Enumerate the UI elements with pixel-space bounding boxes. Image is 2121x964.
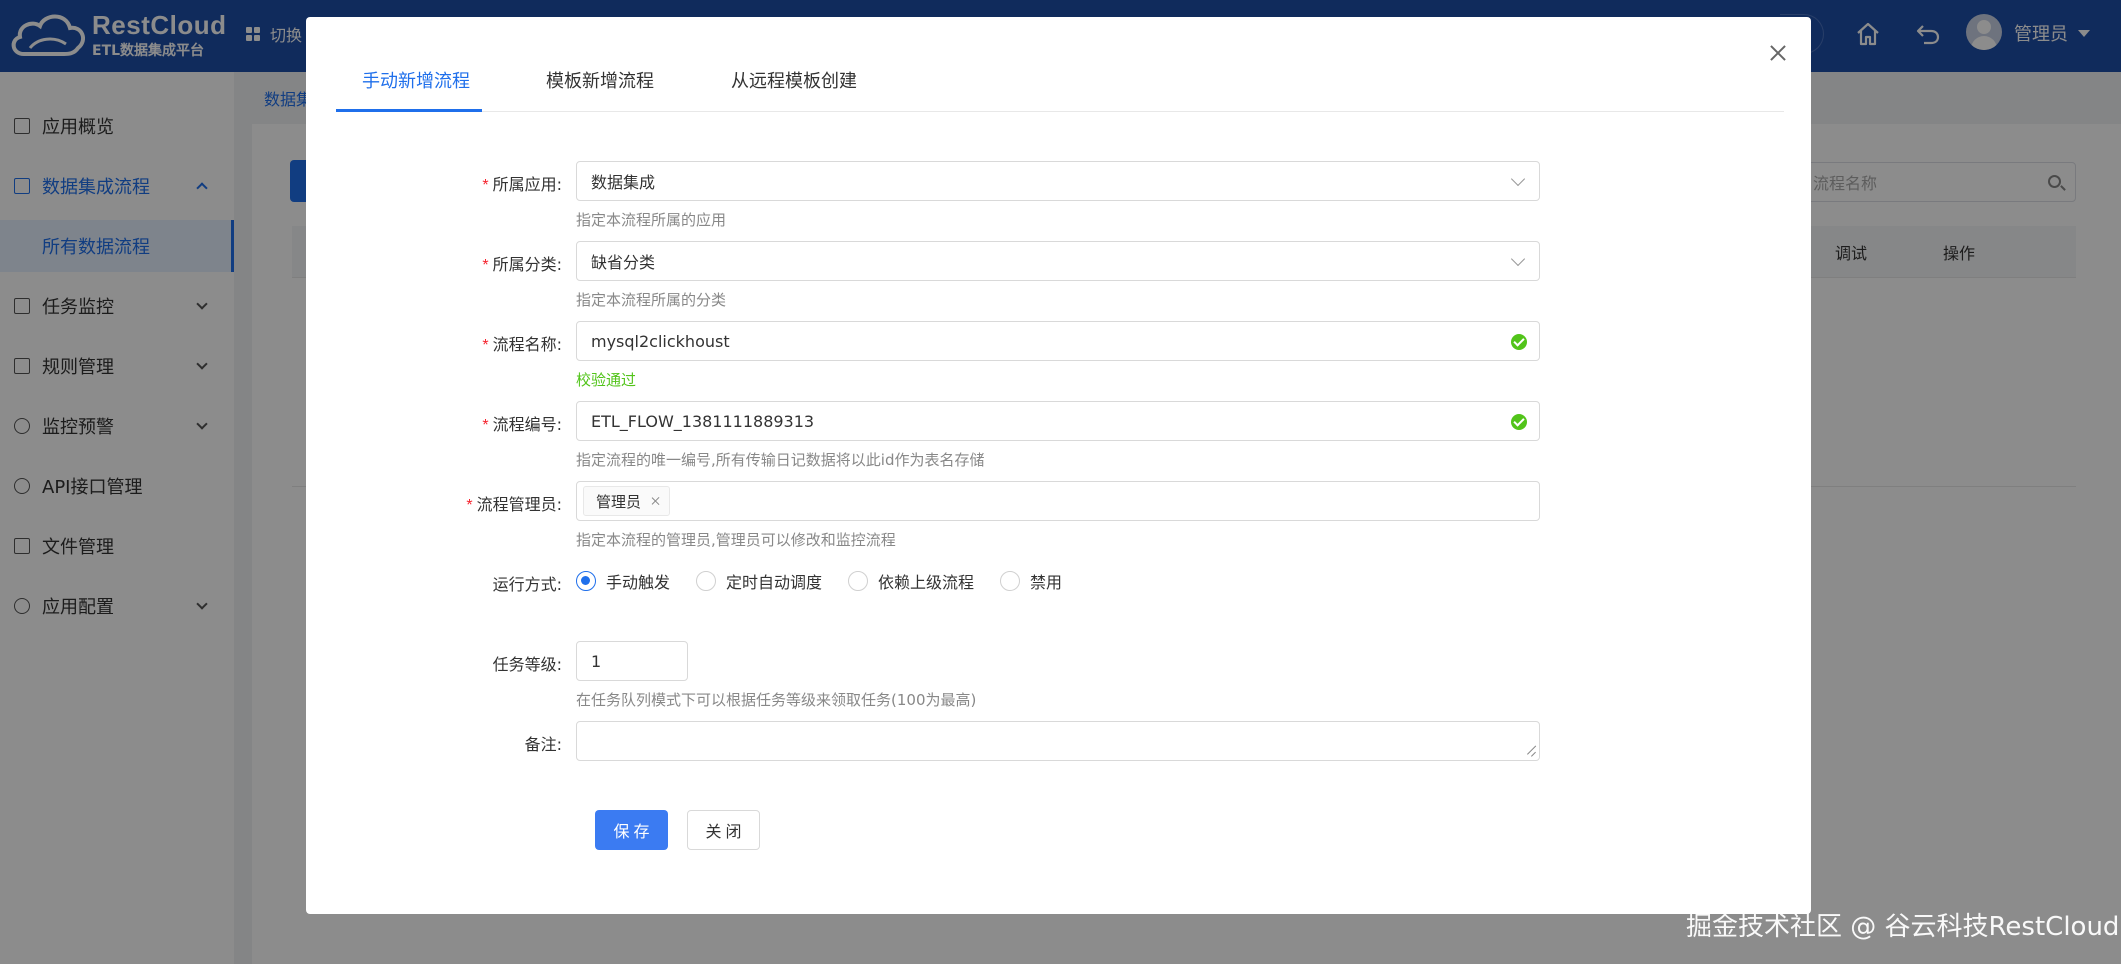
tab-remote-template-create[interactable]: 从远程模板创建 <box>731 67 857 93</box>
active-tab-indicator <box>336 109 482 112</box>
resize-handle-icon[interactable] <box>1527 748 1536 757</box>
check-circle-icon <box>1511 414 1527 430</box>
radio-label: 手动触发 <box>606 573 671 592</box>
category-select[interactable]: 缺省分类 <box>576 241 1540 281</box>
radio-unchecked-icon <box>848 571 869 591</box>
close-icon[interactable] <box>651 496 661 506</box>
managers-select[interactable]: 管理员 <box>576 481 1540 521</box>
radio-label: 定时自动调度 <box>726 573 823 592</box>
flow-name-validation: 校验通过 <box>576 371 637 389</box>
app-label: * 所属应用: <box>482 175 562 194</box>
radio-upstream-dependency[interactable]: 依赖上级流程 <box>848 569 974 593</box>
manager-tag-label: 管理员 <box>596 492 642 511</box>
tab-template-create[interactable]: 模板新增流程 <box>546 67 654 93</box>
radio-scheduled[interactable]: 定时自动调度 <box>696 569 822 593</box>
manager-tag: 管理员 <box>583 486 671 516</box>
remark-label: 备注: <box>524 735 562 754</box>
flow-id-input[interactable]: ETL_FLOW_1381111889313 <box>576 401 1540 441</box>
priority-input[interactable]: 1 <box>576 641 688 681</box>
close-button[interactable]: 关闭 <box>687 810 760 850</box>
category-help: 指定本流程所属的分类 <box>576 291 727 309</box>
managers-help: 指定本流程的管理员,管理员可以修改和监控流程 <box>576 531 896 549</box>
flow-name-label: * 流程名称: <box>482 335 562 354</box>
radio-disabled[interactable]: 禁用 <box>1000 569 1062 593</box>
flow-id-label: * 流程编号: <box>482 415 562 434</box>
chevron-down-icon <box>1510 251 1526 267</box>
run-mode-radio-group: 手动触发 定时自动调度 依赖上级流程 禁用 <box>576 569 1088 593</box>
flow-name-value: mysql2clickhoust <box>591 331 730 351</box>
run-mode-label: 运行方式: <box>492 575 562 594</box>
priority-help: 在任务队列模式下可以根据任务等级来领取任务(100为最高) <box>576 691 977 709</box>
radio-label: 禁用 <box>1030 573 1063 592</box>
remark-textarea[interactable] <box>576 721 1540 761</box>
tab-manual-create[interactable]: 手动新增流程 <box>362 67 470 93</box>
watermark: 掘金技术社区 @ 谷云科技RestCloud <box>1686 912 2120 942</box>
flow-id-value: ETL_FLOW_1381111889313 <box>591 411 815 431</box>
app-select-value: 数据集成 <box>591 173 656 192</box>
category-label: * 所属分类: <box>482 255 562 274</box>
app-help: 指定本流程所属的应用 <box>576 211 727 229</box>
new-flow-dialog: 手动新增流程 模板新增流程 从远程模板创建 * 所属应用: 数据集成 指定本流程所… <box>306 17 1811 914</box>
radio-unchecked-icon <box>696 571 717 591</box>
radio-label: 依赖上级流程 <box>878 573 975 592</box>
chevron-down-icon <box>1510 171 1526 187</box>
flow-id-help: 指定流程的唯一编号,所有传输日记数据将以此id作为表名存储 <box>576 451 985 469</box>
priority-label: 任务等级: <box>492 655 562 674</box>
managers-label: * 流程管理员: <box>466 495 562 514</box>
check-circle-icon <box>1511 334 1527 350</box>
save-button[interactable]: 保存 <box>595 810 668 850</box>
radio-unchecked-icon <box>1000 571 1021 591</box>
dialog-tabs: 手动新增流程 模板新增流程 从远程模板创建 <box>336 17 1784 112</box>
radio-manual-trigger[interactable]: 手动触发 <box>576 569 670 593</box>
radio-checked-icon <box>576 571 596 591</box>
category-select-value: 缺省分类 <box>591 253 656 272</box>
flow-name-input[interactable]: mysql2clickhoust <box>576 321 1540 361</box>
app-select[interactable]: 数据集成 <box>576 161 1540 201</box>
